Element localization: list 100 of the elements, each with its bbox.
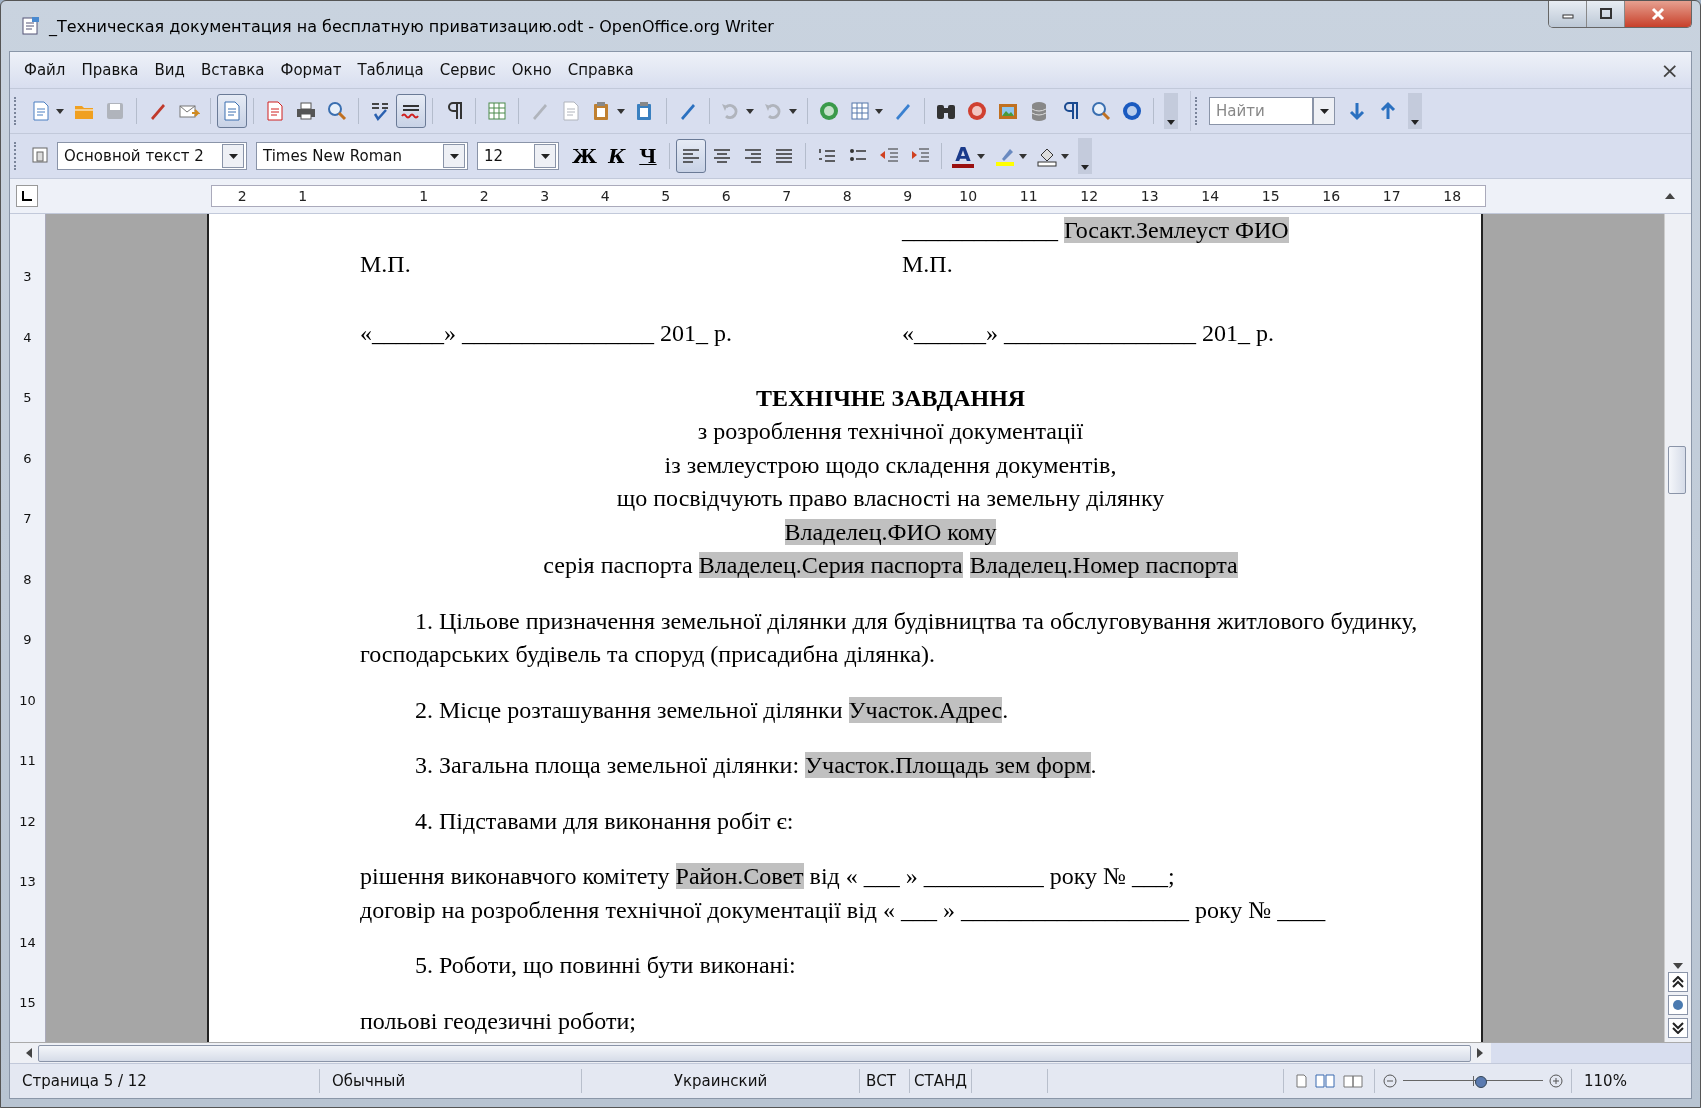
paragraph: серія паспорта Владелец.Серия паспорта Владелец.Номер паспорта (542, 551, 1239, 580)
italic-button[interactable]: К (601, 139, 632, 173)
paragraph: 1. Цільове призначення земельної ділянки для будівництва та обслуговування житлового будинку, господарських будівель та споруд (присадибна ділянка). (360, 606, 1419, 669)
menu-item[interactable]: Правка (73, 59, 147, 81)
ruler-number: 14 (19, 933, 36, 952)
ruler-number: 6 (720, 188, 732, 204)
menu-item[interactable]: Окно (503, 59, 560, 81)
underline-button[interactable]: Ч (632, 139, 663, 173)
ruler-number: 17 (1381, 188, 1402, 204)
ruler-number: 9 (23, 631, 32, 649)
vertical-scrollbar[interactable] (1664, 214, 1691, 1042)
close-document-button[interactable]: × (1660, 57, 1679, 83)
caret-icon (1319, 108, 1329, 114)
menu-item[interactable]: Формат (272, 59, 350, 81)
paragraph: «______» ________________ 201_ р. (902, 319, 1275, 348)
paragraph: «______» ________________ 201_ р. (360, 319, 733, 348)
toolbar-overflow-button[interactable] (1408, 93, 1422, 129)
caret-icon (540, 153, 550, 159)
menu-item[interactable]: Вид (146, 59, 193, 81)
caret-icon[interactable] (976, 153, 985, 159)
ruler-number: 5 (660, 188, 672, 204)
page-style: Обычный (320, 1069, 582, 1093)
double-chevron-up-icon (1672, 976, 1684, 988)
scroll-right-arrow[interactable] (1477, 1048, 1483, 1058)
caret-icon (228, 153, 238, 159)
scrollbar-thumb[interactable] (1668, 446, 1686, 494)
selection-mode-indicator: СТАНД (910, 1069, 972, 1093)
scroll-up-arrow[interactable] (1665, 193, 1675, 199)
menu-item[interactable]: Справка (559, 59, 642, 81)
ruler-number: 10 (958, 188, 979, 204)
find-field[interactable]: Найти (1209, 97, 1313, 125)
align-left-button[interactable] (675, 139, 706, 173)
zoom-out-icon[interactable] (1383, 1074, 1397, 1088)
zoom-in-icon[interactable] (1549, 1074, 1563, 1088)
dropdown-button[interactable] (1313, 97, 1335, 125)
close-icon (1650, 7, 1666, 21)
previous-page-button[interactable] (1668, 972, 1688, 992)
document-heading: ТЕХНІЧНЕ ЗАВДАННЯ (754, 383, 1027, 413)
paragraph: 5. Роботи, що повинні бути виконані: (414, 951, 797, 980)
bold-button[interactable]: Ж (568, 139, 601, 173)
menu-item[interactable]: Вставка (192, 59, 273, 81)
menu-item[interactable]: Файл (16, 59, 74, 81)
ruler-number: 6 (23, 449, 32, 468)
caret-icon (875, 108, 883, 114)
caret-icon (449, 153, 459, 159)
edit-mode-button[interactable] (217, 94, 247, 128)
font-name-dropdown[interactable]: Times New Roman (256, 142, 468, 170)
horizontal-ruler[interactable]: 2 1 1 2 3 4 5 6 7 8 9 10 11 12 13 14 15 16 17 18 (211, 185, 1486, 207)
caret-icon[interactable] (1060, 153, 1069, 159)
caret-icon[interactable] (1018, 153, 1027, 159)
window-title: _Техническая документация на бесплатную приватизацию.odt - OpenOffice.org Writer (49, 16, 775, 36)
ruler-number: 7 (23, 510, 32, 528)
single-page-view-icon[interactable] (1294, 1074, 1308, 1088)
tab-stop-selector[interactable] (16, 185, 38, 207)
close-button[interactable] (1625, 1, 1691, 27)
paragraph: М.П. (360, 249, 412, 279)
ruler-number: 14 (1200, 188, 1221, 204)
menu-item[interactable]: Сервис (431, 59, 504, 81)
menu-item[interactable]: Таблица (349, 59, 432, 81)
paragraph: _____________ Госакт.Землеуст ФИО (900, 216, 1290, 245)
ruler-number: 2 (478, 188, 490, 204)
maximize-button[interactable] (1587, 1, 1625, 27)
ruler-number: 4 (23, 328, 32, 347)
paragraph: з розроблення технічної документації (696, 417, 1085, 446)
ruler-number: 15 (19, 994, 36, 1012)
vertical-ruler[interactable]: 3 4 5 6 7 8 9 10 11 12 13 14 15 (10, 214, 46, 1042)
multi-page-view-icon[interactable] (1314, 1074, 1336, 1088)
ruler-number: 12 (19, 812, 36, 831)
ruler-number: 4 (599, 188, 611, 204)
paragraph: М.П. (902, 249, 954, 279)
ruler-number: 1 (297, 188, 309, 204)
paragraph: що посвідчують право власності на земельну ділянку (615, 484, 1166, 513)
next-page-button[interactable] (1668, 1018, 1688, 1038)
paragraph: 3. Загальна площа земельної ділянки: Участок.Площадь зем форм. (414, 751, 1098, 780)
ruler-number: 2 (236, 188, 248, 204)
ruler-number: 7 (781, 188, 793, 204)
paragraph: договір на розроблення технічної документації від « ___ » ___________________ року № ____ (360, 895, 1327, 925)
toolbar-overflow-button[interactable] (1164, 93, 1178, 129)
book-view-icon[interactable] (1342, 1074, 1364, 1088)
paragraph-style-dropdown[interactable]: Основной текст 2 (57, 142, 247, 170)
ruler-number: 16 (1321, 188, 1342, 204)
document-page[interactable] (207, 214, 1483, 1042)
maximize-icon (1598, 8, 1613, 20)
ruler-number: 9 (902, 188, 914, 204)
caret-icon (746, 108, 754, 114)
caret-icon (617, 108, 625, 114)
font-size-dropdown[interactable]: 12 (477, 142, 559, 170)
scroll-down-arrow[interactable] (1673, 963, 1683, 969)
ruler-number: 10 (19, 691, 36, 710)
ruler-number: 5 (23, 389, 32, 407)
auto-spelling-button[interactable] (396, 94, 426, 128)
navigation-button[interactable] (1668, 995, 1688, 1015)
zoom-percentage: 110% (1583, 1071, 1628, 1092)
scroll-left-arrow[interactable] (26, 1048, 32, 1058)
ruler-number: 8 (841, 188, 853, 204)
toolbar-overflow-button[interactable] (1077, 138, 1092, 174)
ruler-number: 11 (19, 752, 36, 770)
double-chevron-down-icon (1672, 1022, 1684, 1034)
paragraph: 2. Місце розташування земельної ділянки Участок.Адрес. (414, 695, 1010, 725)
font-color-button[interactable]: A (947, 139, 978, 173)
